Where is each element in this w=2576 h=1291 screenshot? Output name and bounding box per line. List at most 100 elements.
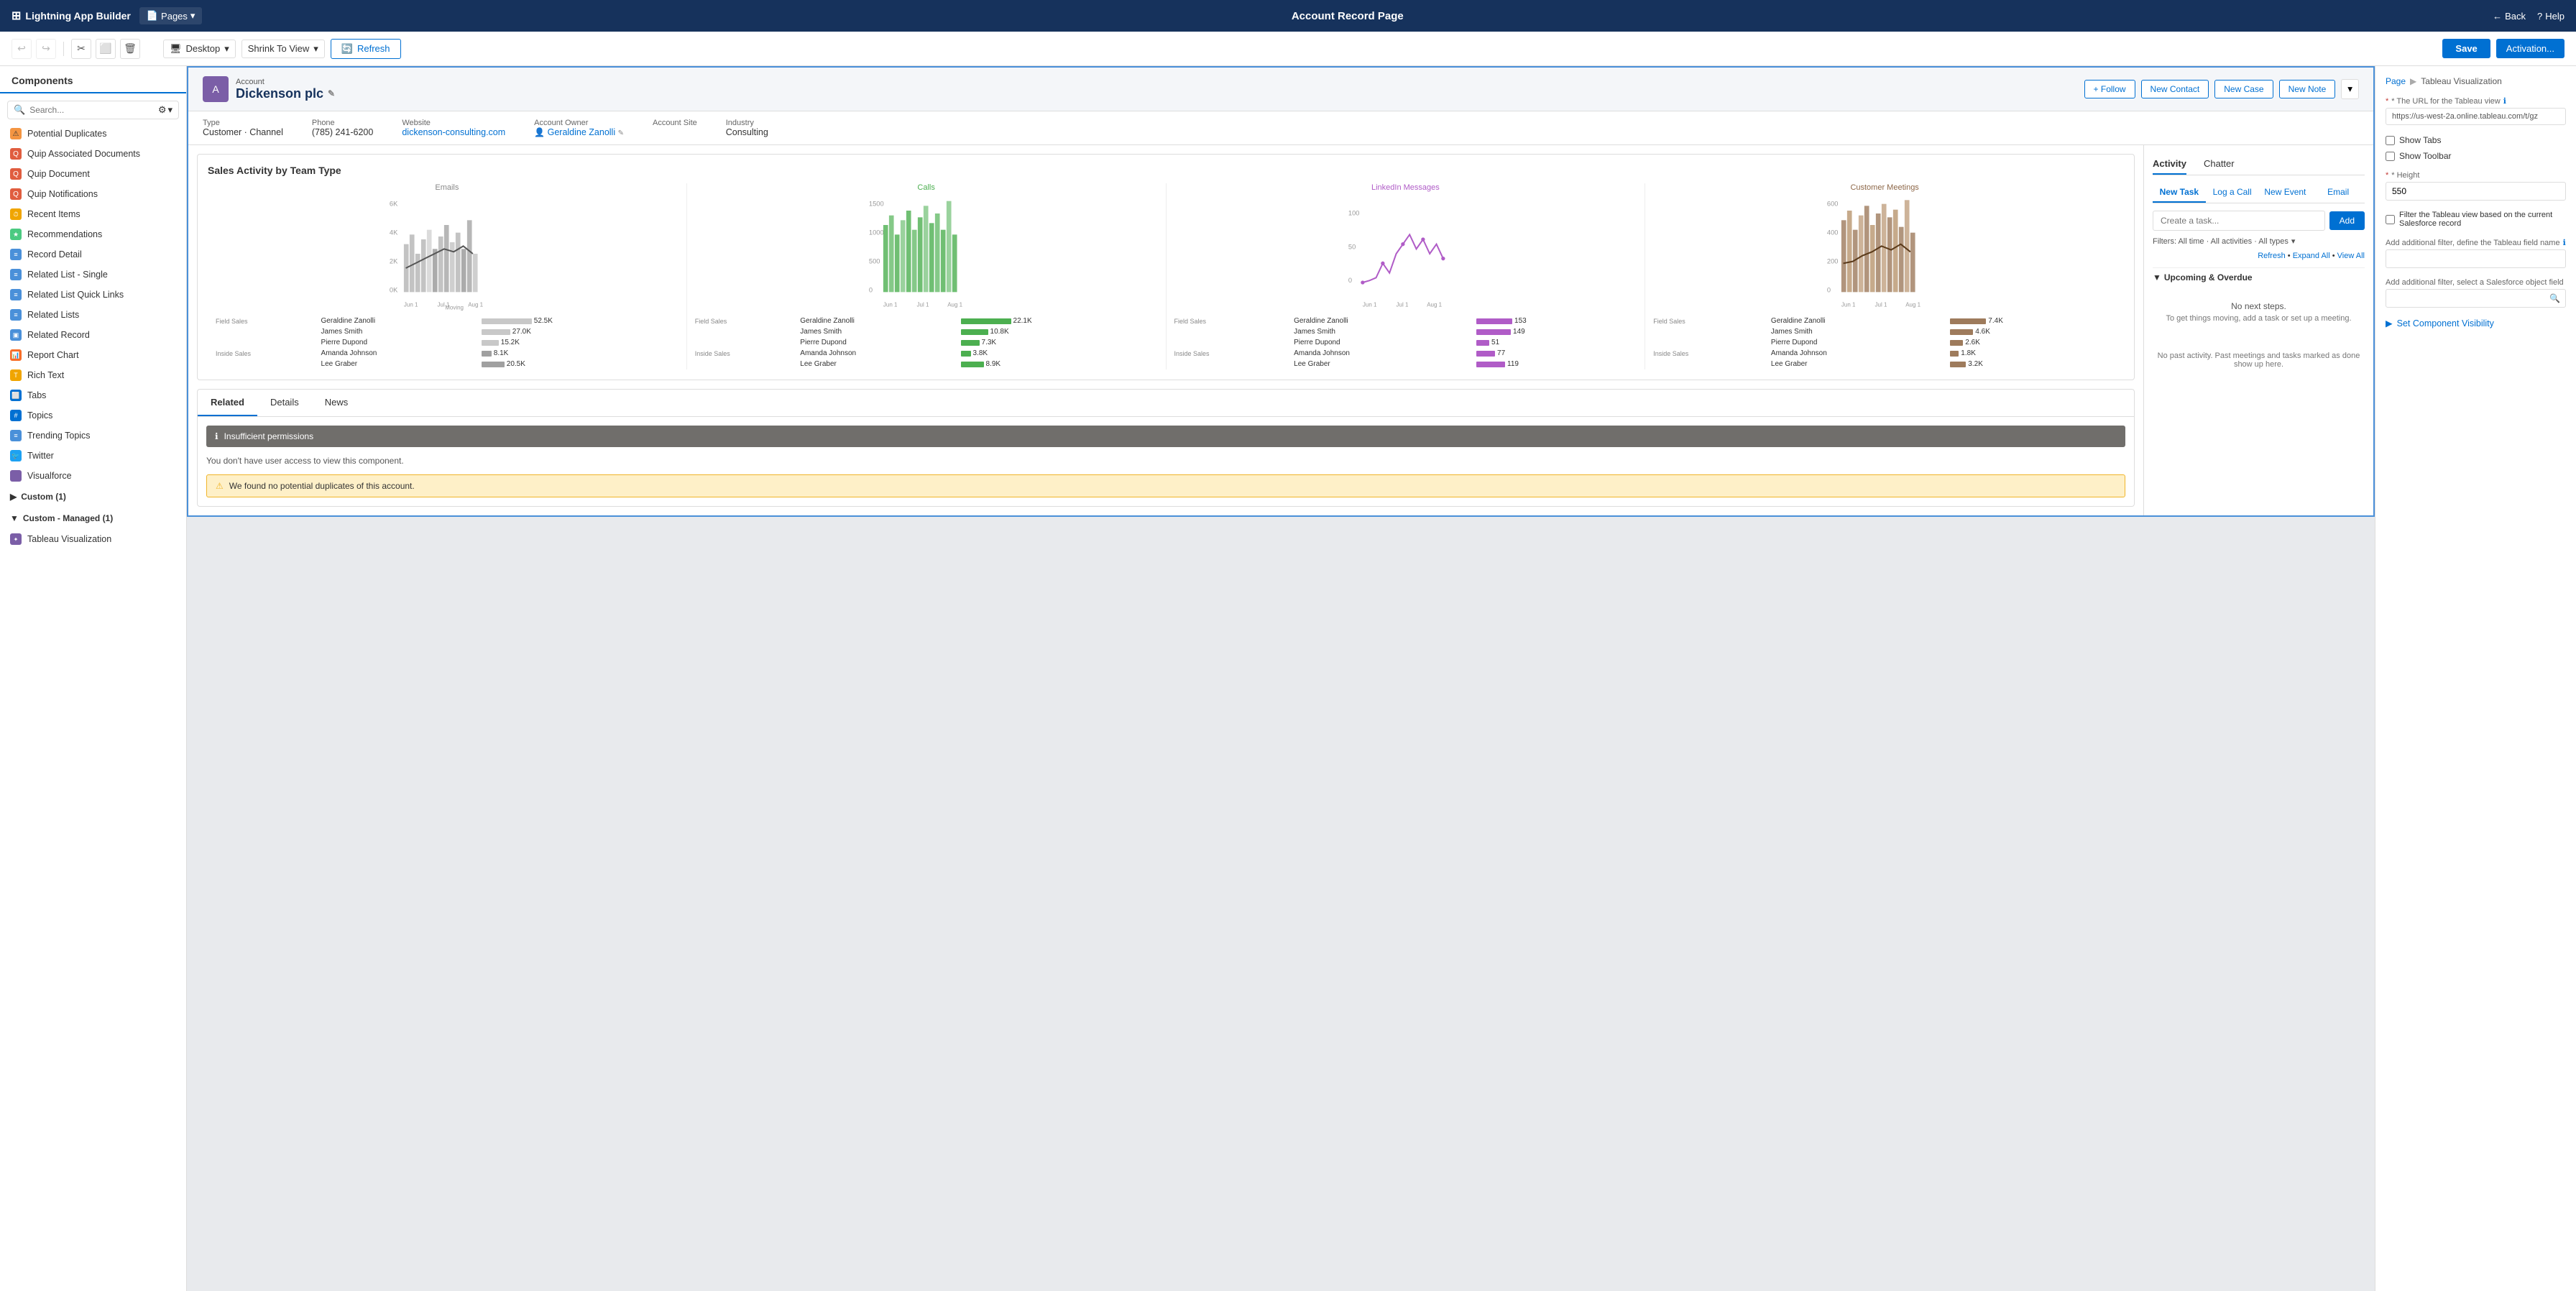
breadcrumb-page-link[interactable]: Page bbox=[2386, 76, 2406, 86]
show-tabs-label: Show Tabs bbox=[2399, 135, 2441, 145]
chart-section-linkedin: LinkedIn Messages 100 50 0 bbox=[1167, 183, 1646, 369]
table-row: Field SalesGeraldine Zanolli 22.1K bbox=[693, 316, 1160, 326]
new-task-btn[interactable]: New Task bbox=[2153, 183, 2206, 203]
copy-button[interactable]: ⬜ bbox=[96, 39, 116, 59]
url-info-icon[interactable]: ℹ bbox=[2503, 96, 2506, 106]
shrink-dropdown[interactable]: Shrink To View ▾ bbox=[242, 40, 325, 58]
sidebar-item-rich-text[interactable]: T Rich Text bbox=[0, 365, 186, 385]
activity-tab-chatter[interactable]: Chatter bbox=[2204, 154, 2235, 175]
sidebar-label: Recommendations bbox=[27, 229, 102, 239]
sidebar-item-related-record[interactable]: ▣ Related Record bbox=[0, 325, 186, 345]
tab-related[interactable]: Related bbox=[198, 390, 257, 416]
website-link[interactable]: dickenson-consulting.com bbox=[402, 127, 505, 137]
recommendations-icon: ★ bbox=[10, 229, 22, 240]
undo-button[interactable]: ↩ bbox=[12, 39, 32, 59]
additional-filter-input[interactable] bbox=[2386, 249, 2566, 268]
tabs-nav: Related Details News bbox=[198, 390, 2134, 417]
record-main: Sales Activity by Team Type Emails 6K 4K… bbox=[188, 145, 2143, 515]
sidebar-item-trending-topics[interactable]: ≡ Trending Topics bbox=[0, 426, 186, 446]
sidebar-item-topics[interactable]: # Topics bbox=[0, 405, 186, 426]
table-row: James Smith 149 bbox=[1172, 326, 1639, 337]
cut-button[interactable]: ✂ bbox=[71, 39, 91, 59]
help-button[interactable]: ? Help bbox=[2537, 11, 2564, 22]
svg-text:50: 50 bbox=[1348, 243, 1355, 250]
more-actions-dropdown[interactable]: ▾ bbox=[2341, 79, 2359, 99]
delete-button[interactable]: 🗑 bbox=[120, 39, 140, 59]
set-visibility-toggle[interactable]: ▶ Set Component Visibility bbox=[2386, 318, 2566, 329]
sidebar-item-tabs[interactable]: ⬜ Tabs bbox=[0, 385, 186, 405]
back-button[interactable]: ← Back bbox=[2493, 11, 2526, 22]
edit-icon[interactable]: ✎ bbox=[328, 88, 335, 98]
tableau-icon: ✦ bbox=[10, 533, 22, 545]
dropdown-arrow: ▾ bbox=[224, 43, 229, 55]
sidebar-item-report-chart[interactable]: 📊 Report Chart bbox=[0, 345, 186, 365]
sidebar-item-record-detail[interactable]: ≡ Record Detail bbox=[0, 244, 186, 265]
sidebar-item-recommendations[interactable]: ★ Recommendations bbox=[0, 224, 186, 244]
sidebar-item-visualforce[interactable]: Visualforce bbox=[0, 466, 186, 486]
sidebar-item-recent-items[interactable]: ⏱ Recent Items bbox=[0, 204, 186, 224]
table-row: Field SalesGeraldine Zanolli 153 bbox=[1172, 316, 1639, 326]
filter-checkbox[interactable] bbox=[2386, 215, 2395, 224]
main-layout: Components 🔍 ⚙ ▾ ⚠ Potential Duplicates … bbox=[0, 66, 2576, 1291]
refresh-button[interactable]: 🔄 Refresh bbox=[331, 39, 401, 59]
view-all-link[interactable]: View All bbox=[2337, 252, 2365, 260]
sidebar-item-potential-duplicates[interactable]: ⚠ Potential Duplicates bbox=[0, 124, 186, 144]
log-call-btn[interactable]: Log a Call bbox=[2206, 183, 2259, 203]
task-input[interactable] bbox=[2153, 211, 2325, 231]
pages-button[interactable]: 📄 Pages ▾ bbox=[139, 7, 203, 24]
show-toolbar-checkbox[interactable] bbox=[2386, 152, 2395, 161]
tab-details[interactable]: Details bbox=[257, 390, 312, 416]
permission-warning-bar: ℹ Insufficient permissions bbox=[206, 426, 2125, 447]
height-input[interactable] bbox=[2386, 182, 2566, 201]
desktop-dropdown[interactable]: 🖥 Desktop ▾ bbox=[163, 40, 236, 58]
table-row: Lee Graber 20.5K bbox=[213, 359, 681, 369]
activity-tab-activity[interactable]: Activity bbox=[2153, 154, 2186, 175]
expand-all-link[interactable]: Expand All bbox=[2293, 252, 2330, 260]
save-button[interactable]: Save bbox=[2442, 39, 2490, 58]
email-btn[interactable]: Email bbox=[2312, 183, 2365, 203]
sidebar-item-quip-assoc[interactable]: Q Quip Associated Documents bbox=[0, 144, 186, 164]
sidebar-label: Potential Duplicates bbox=[27, 129, 106, 139]
tab-news[interactable]: News bbox=[312, 390, 362, 416]
sidebar-item-quip-notif[interactable]: Q Quip Notifications bbox=[0, 184, 186, 204]
url-input[interactable] bbox=[2386, 108, 2566, 125]
calls-chart-area: 1500 1000 500 0 bbox=[693, 196, 1160, 311]
search-input[interactable] bbox=[29, 105, 154, 115]
chevron-right-icon: ▶ bbox=[10, 492, 17, 502]
activity-refresh-link[interactable]: Refresh bbox=[2258, 252, 2286, 260]
owner-icon: 👤 bbox=[534, 127, 545, 137]
search-bar[interactable]: 🔍 ⚙ ▾ bbox=[7, 101, 179, 119]
object-field-input[interactable] bbox=[2386, 289, 2566, 308]
svg-text:Aug 1: Aug 1 bbox=[1905, 301, 1920, 308]
sidebar-item-quip-doc[interactable]: Q Quip Document bbox=[0, 164, 186, 184]
sidebar-item-related-list-single[interactable]: ≡ Related List - Single bbox=[0, 265, 186, 285]
sidebar-item-related-list-quick[interactable]: ≡ Related List Quick Links bbox=[0, 285, 186, 305]
filter-dropdown-icon[interactable]: ▾ bbox=[2291, 236, 2296, 246]
field-phone: Phone (785) 241-6200 bbox=[312, 119, 373, 137]
custom-managed-section-toggle[interactable]: ▼ Custom - Managed (1) bbox=[0, 507, 186, 529]
filter-info-icon[interactable]: ℹ bbox=[2563, 238, 2566, 247]
new-note-button[interactable]: New Note bbox=[2279, 80, 2336, 98]
sidebar-label: Recent Items bbox=[27, 209, 80, 219]
record-header-left: A Account Dickenson plc ✎ bbox=[203, 76, 335, 102]
svg-text:Jul 1: Jul 1 bbox=[1875, 301, 1887, 308]
custom-section-toggle[interactable]: ▶ Custom (1) bbox=[0, 486, 186, 507]
owner-link[interactable]: Geraldine Zanolli bbox=[548, 127, 616, 137]
activation-button[interactable]: Activation... bbox=[2496, 39, 2564, 58]
sidebar-item-twitter[interactable]: 🐦 Twitter bbox=[0, 446, 186, 466]
chart-sections: Emails 6K 4K 2K 0K bbox=[208, 183, 2124, 369]
new-contact-button[interactable]: New Contact bbox=[2141, 80, 2209, 98]
add-task-button[interactable]: Add bbox=[2329, 211, 2365, 230]
redo-button[interactable]: ↪ bbox=[36, 39, 56, 59]
show-tabs-checkbox[interactable] bbox=[2386, 136, 2395, 145]
new-case-button[interactable]: New Case bbox=[2214, 80, 2273, 98]
owner-edit-icon[interactable]: ✎ bbox=[618, 129, 624, 137]
gear-settings[interactable]: ⚙ ▾ bbox=[158, 104, 172, 116]
svg-text:4K: 4K bbox=[390, 229, 398, 236]
new-event-btn[interactable]: New Event bbox=[2259, 183, 2312, 203]
sidebar-item-tableau[interactable]: ✦ Tableau Visualization bbox=[0, 529, 186, 549]
sidebar-item-related-lists[interactable]: ≡ Related Lists bbox=[0, 305, 186, 325]
sidebar-label: Topics bbox=[27, 410, 52, 421]
sidebar-label: Quip Notifications bbox=[27, 189, 98, 199]
follow-button[interactable]: + Follow bbox=[2084, 80, 2135, 98]
